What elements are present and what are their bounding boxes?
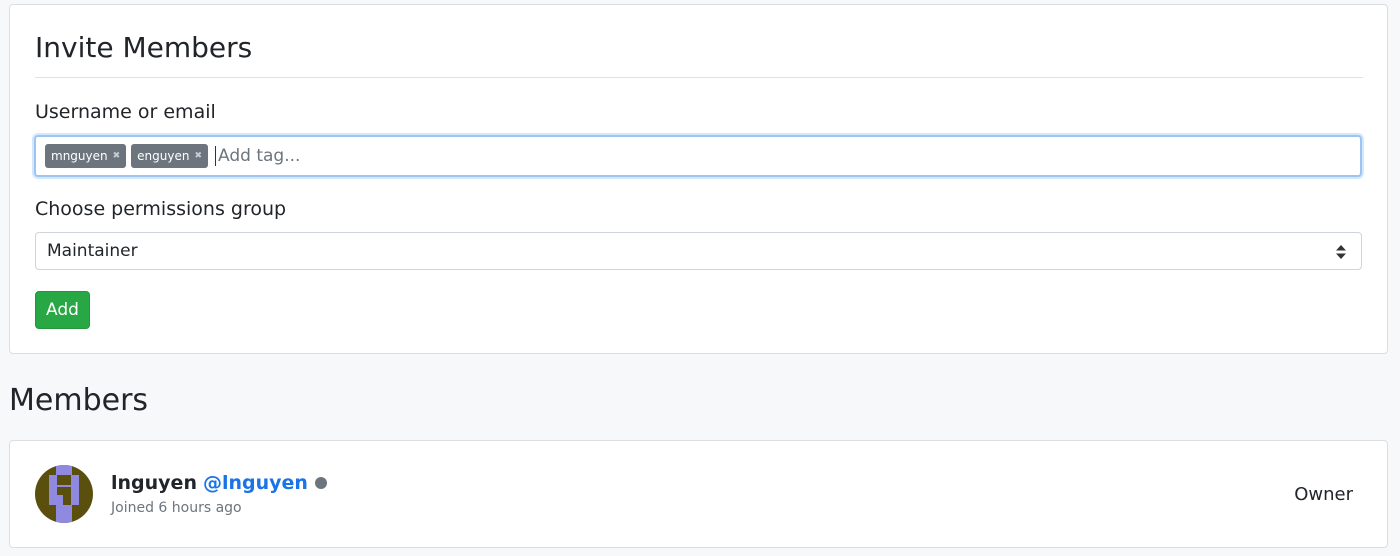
tag-remove-icon[interactable]: ✖ [194,151,202,161]
permissions-selected-value: Maintainer [47,241,138,261]
member-row: lnguyen @lnguyen Joined 6 hours ago Owne… [9,440,1388,548]
tag-remove-icon[interactable]: ✖ [113,151,121,161]
tag-label: enguyen [137,149,190,163]
member-joined: Joined 6 hours ago [111,500,242,516]
invite-members-card: Invite Members Username or email mnguyen… [9,4,1388,354]
tag-enguyen: enguyen ✖ [131,144,209,168]
member-role: Owner [1294,484,1353,505]
member-name-line: lnguyen @lnguyen [111,472,327,494]
status-dot-icon [314,477,327,489]
username-tag-input[interactable]: mnguyen ✖ enguyen ✖ Add tag... [34,135,1362,177]
select-arrows-icon [1336,245,1346,259]
add-button[interactable]: Add [35,291,90,329]
avatar[interactable] [35,465,93,523]
member-name: lnguyen [111,472,197,494]
add-tag-placeholder[interactable]: Add tag... [215,146,300,166]
permissions-label: Choose permissions group [35,198,287,220]
permissions-select[interactable]: Maintainer [35,232,1362,270]
members-heading: Members [9,383,149,418]
member-handle-link[interactable]: @lnguyen [203,472,308,494]
invite-title: Invite Members [35,31,253,64]
title-divider [35,77,1363,78]
tag-label: mnguyen [51,149,108,163]
tag-mnguyen: mnguyen ✖ [45,144,127,168]
username-label: Username or email [35,101,216,123]
